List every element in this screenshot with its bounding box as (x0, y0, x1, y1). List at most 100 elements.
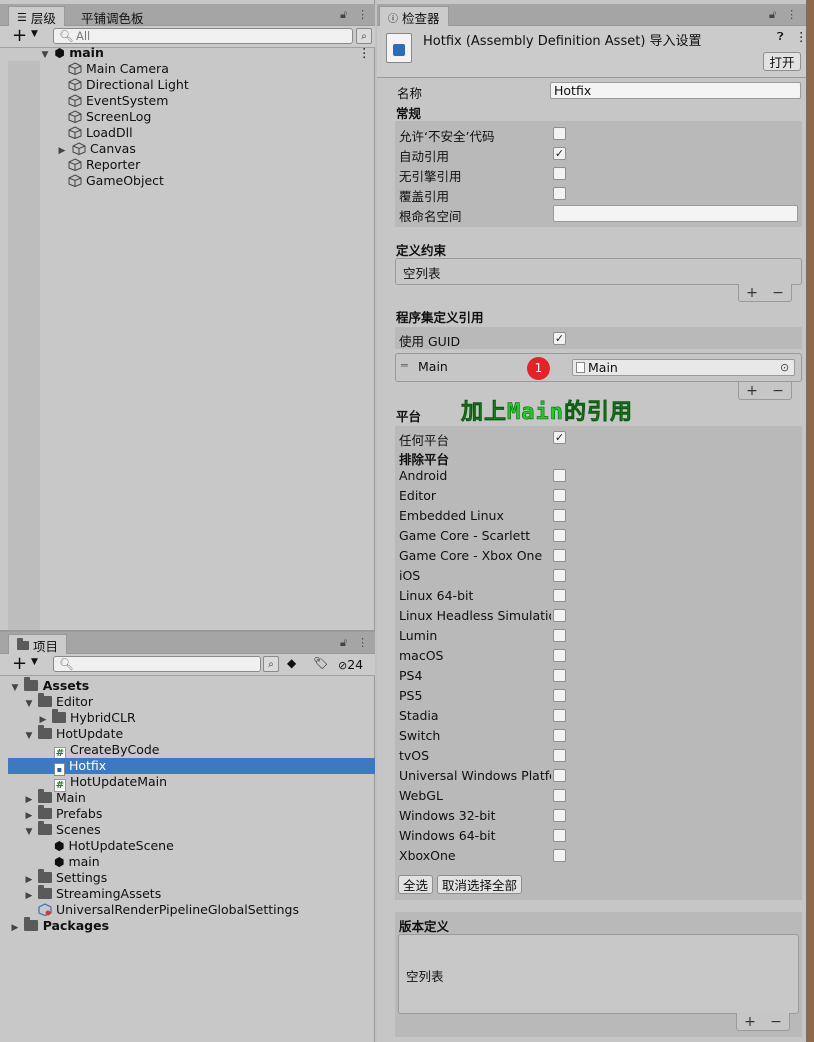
add-item-button[interactable]: + (744, 1014, 756, 1030)
platform-exclude-checkbox[interactable] (553, 829, 566, 842)
platform-exclude-checkbox[interactable] (553, 769, 566, 782)
tree-item-editor[interactable]: ▼ Editor (24, 693, 93, 712)
tree-item-hotupdatemain[interactable]: # HotUpdateMain (54, 774, 167, 792)
tree-item-hotupdate[interactable]: ▼ HotUpdate (24, 725, 123, 744)
tab-inspector[interactable]: ⓘ 检查器 (379, 6, 449, 26)
tree-item-createbycode[interactable]: # CreateByCode (54, 742, 160, 760)
lock-icon[interactable]: 🔓︎ (340, 636, 347, 650)
platform-exclude-checkbox[interactable] (553, 609, 566, 622)
object-picker-icon[interactable]: ⊙ (780, 360, 789, 375)
hierarchy-item[interactable]: Directional Light (68, 77, 189, 93)
tab-project[interactable]: 项目 (8, 634, 68, 654)
no-engine-references-checkbox[interactable] (553, 167, 566, 180)
info-icon: ⓘ (388, 14, 398, 25)
hierarchy-item[interactable]: LoadDll (68, 125, 133, 141)
platform-exclude-checkbox[interactable] (553, 809, 566, 822)
name-field[interactable]: Hotfix (550, 82, 801, 99)
tree-item-settings[interactable]: ▶ Settings (24, 869, 107, 886)
use-guid-checkbox[interactable]: ✓ (553, 332, 566, 345)
search-filter-icon[interactable]: ⌕ (263, 656, 279, 672)
platform-exclude-checkbox[interactable] (553, 509, 566, 522)
platform-exclude-checkbox[interactable] (553, 749, 566, 762)
tree-item-assets[interactable]: ▼ Assets (10, 677, 89, 696)
chevron-down-icon[interactable]: ▼ (31, 657, 38, 667)
platform-exclude-checkbox[interactable] (553, 629, 566, 642)
add-item-button[interactable]: + (746, 285, 758, 301)
tree-item-hotupdatescene[interactable]: ⬢ HotUpdateScene (54, 838, 174, 854)
platform-exclude-checkbox[interactable] (553, 789, 566, 802)
hierarchy-item[interactable]: Main Camera (68, 61, 169, 77)
urp-settings-icon (38, 903, 52, 916)
platform-exclude-checkbox[interactable] (553, 529, 566, 542)
drag-handle-icon[interactable]: ═ (401, 359, 408, 372)
platform-exclude-checkbox[interactable] (553, 549, 566, 562)
tree-item-urp-settings[interactable]: UniversalRenderPipelineGlobalSettings (38, 902, 299, 918)
hierarchy-item[interactable]: Reporter (68, 157, 140, 173)
allow-unsafe-checkbox[interactable] (553, 127, 566, 140)
platform-exclude-checkbox[interactable] (553, 649, 566, 662)
hierarchy-item[interactable]: ▶ Canvas (56, 141, 136, 157)
any-platform-checkbox[interactable]: ✓ (553, 431, 566, 444)
help-icon[interactable]: ❓︎ (777, 30, 784, 44)
add-icon[interactable]: + (12, 26, 27, 46)
remove-item-button[interactable]: − (772, 285, 784, 301)
lock-icon[interactable]: 🔓︎ (340, 8, 347, 22)
search-filter-icon[interactable]: ⌕ (356, 28, 372, 44)
add-icon[interactable]: + (12, 654, 27, 674)
remove-item-button[interactable]: − (770, 1014, 782, 1030)
auto-referenced-checkbox[interactable]: ✓ (553, 147, 566, 160)
more-icon[interactable]: ⋮ (357, 8, 368, 22)
more-icon[interactable]: ⋮ (358, 45, 371, 61)
ref-object-field[interactable]: Main ⊙ (572, 359, 795, 376)
more-icon[interactable]: ⋮ (786, 8, 797, 22)
tree-item-scenes[interactable]: ▼ Scenes (24, 821, 101, 840)
expand-triangle-icon[interactable]: ▼ (24, 824, 34, 840)
expand-triangle-icon[interactable]: ▶ (56, 143, 68, 159)
open-button[interactable]: 打开 (763, 52, 801, 71)
tree-item-prefabs[interactable]: ▶ Prefabs (24, 805, 102, 822)
expand-triangle-icon[interactable]: ▼ (10, 680, 20, 696)
filter-by-label-icon[interactable]: 🏷︎ (313, 656, 328, 670)
expand-triangle-icon[interactable]: ▼ (24, 696, 34, 712)
tab-tile-palette[interactable]: 平铺调色板 (72, 6, 153, 26)
lock-icon[interactable]: 🔓︎ (769, 8, 776, 22)
tree-item-main[interactable]: ▶ Main (24, 789, 86, 806)
platform-exclude-checkbox[interactable] (553, 489, 566, 502)
deselect-all-button[interactable]: 取消选择全部 (437, 875, 522, 894)
root-namespace-field[interactable] (553, 205, 798, 222)
platform-exclude-checkbox[interactable] (553, 569, 566, 582)
hierarchy-item[interactable]: EventSystem (68, 93, 168, 109)
select-all-button[interactable]: 全选 (398, 875, 433, 894)
tree-item-main-scene[interactable]: ⬢ main (54, 854, 100, 870)
expand-triangle-icon[interactable]: ▼ (40, 47, 50, 63)
more-icon[interactable]: ⋮ (357, 636, 368, 650)
hidden-packages-icon[interactable]: ⊘24 (338, 657, 363, 672)
scrollbar[interactable] (806, 0, 814, 1042)
add-item-button[interactable]: + (746, 383, 758, 399)
tree-item-hybridclr[interactable]: ▶ HybridCLR (38, 709, 136, 726)
platform-exclude-checkbox[interactable] (553, 709, 566, 722)
platform-exclude-checkbox[interactable] (553, 469, 566, 482)
chevron-down-icon[interactable]: ▼ (31, 29, 38, 39)
expand-triangle-icon[interactable]: ▶ (24, 888, 34, 904)
tab-hierarchy[interactable]: ☰ 层级 (8, 6, 65, 26)
platform-exclude-checkbox[interactable] (553, 729, 566, 742)
tree-item-hotfix-selected[interactable]: ▪ Hotfix (8, 758, 375, 776)
platform-exclude-checkbox[interactable] (553, 669, 566, 682)
hierarchy-item[interactable]: ScreenLog (68, 109, 151, 125)
project-search-input[interactable]: 🔍︎ (53, 656, 261, 672)
tree-item-packages[interactable]: ▶ Packages (10, 917, 109, 936)
override-references-checkbox[interactable] (553, 187, 566, 200)
platform-exclude-checkbox[interactable] (553, 589, 566, 602)
platform-exclude-checkbox[interactable] (553, 689, 566, 702)
filter-by-type-icon[interactable]: ◆ (287, 656, 296, 670)
tree-item-streamingassets[interactable]: ▶ StreamingAssets (24, 885, 161, 904)
hierarchy-item[interactable]: GameObject (68, 173, 164, 189)
hierarchy-search-input[interactable]: 🔍︎ All (53, 28, 353, 44)
remove-item-button[interactable]: − (772, 383, 784, 399)
expand-triangle-icon[interactable]: ▶ (10, 920, 20, 936)
general-section-title: 常规 (396, 106, 422, 121)
platform-exclude-checkbox[interactable] (553, 849, 566, 862)
scene-row-main[interactable]: ▼ ⬢ main ⋮ (40, 45, 375, 61)
expand-triangle-icon[interactable]: ▼ (24, 728, 34, 744)
